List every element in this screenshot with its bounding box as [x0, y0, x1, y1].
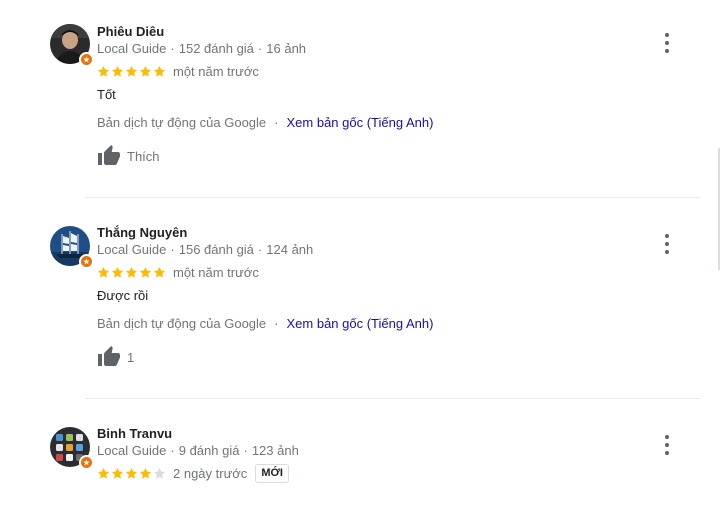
- local-guide-badge-icon: [79, 52, 94, 67]
- rating-row: một năm trước: [97, 63, 259, 79]
- photos-count: 123 ảnh: [251, 443, 299, 458]
- avatar[interactable]: [50, 226, 94, 269]
- reviews-count: 156 đánh giá: [178, 242, 254, 257]
- more-vert-icon: [665, 234, 669, 238]
- see-original-link[interactable]: Xem bản gốc (Tiếng Anh): [287, 115, 434, 130]
- thumbs-up-icon: [98, 145, 120, 165]
- local-guide-label: Local Guide: [97, 41, 167, 56]
- reviewer-meta: Local Guide · 156 đánh giá · 124 ảnh: [97, 242, 314, 257]
- review-card: Binh Tranvu Local Guide · 9 đánh giá · 123 ả…: [0, 425, 700, 515]
- translated-by-label: Bản dịch tự động của Google: [97, 316, 267, 331]
- reviews-count: 9 đánh giá: [178, 443, 240, 458]
- more-vert-icon-dot: [665, 41, 669, 45]
- like-count: 1: [127, 349, 135, 365]
- more-vert-icon: [665, 435, 669, 439]
- new-badge: MỚI: [255, 463, 289, 483]
- more-vert-icon-dot: [665, 242, 669, 246]
- star-empty-icon: [153, 467, 166, 479]
- star-filled-icon: [153, 65, 166, 77]
- rating-row: 2 ngày trước MỚI: [97, 463, 289, 483]
- more-options-button[interactable]: [660, 234, 674, 254]
- star-filled-icon: [125, 467, 138, 479]
- photos-count: 16 ảnh: [266, 41, 307, 56]
- translation-row: Bản dịch tự động của Google · Xem bản gốc …: [97, 316, 434, 331]
- star-filled-icon: [125, 65, 138, 77]
- star-rating: [97, 65, 166, 78]
- star-filled-icon: [111, 467, 124, 479]
- local-guide-label: Local Guide: [97, 443, 167, 458]
- translation-row: Bản dịch tự động của Google · Xem bản gốc …: [97, 115, 434, 130]
- star-rating: [97, 266, 166, 279]
- rating-row: một năm trước: [97, 264, 259, 280]
- more-options-button[interactable]: [660, 435, 674, 455]
- star-filled-icon: [97, 65, 110, 77]
- local-guide-badge-icon: [79, 254, 94, 269]
- more-vert-icon-dot: [665, 451, 669, 455]
- star-filled-icon: [111, 266, 124, 278]
- star-filled-icon: [125, 266, 138, 278]
- photos-count: 124 ảnh: [266, 242, 314, 257]
- star-filled-icon: [97, 266, 110, 278]
- more-options-button[interactable]: [660, 33, 674, 53]
- translated-by-label: Bản dịch tự động của Google: [97, 115, 267, 130]
- divider: [85, 197, 700, 198]
- like-button[interactable]: 1: [97, 345, 134, 369]
- avatar[interactable]: [50, 24, 94, 67]
- see-original-link[interactable]: Xem bản gốc (Tiếng Anh): [287, 316, 434, 331]
- local-guide-badge-icon: [79, 455, 94, 470]
- star-rating: [97, 467, 166, 480]
- review-card: Thắng Nguyên Local Guide · 156 đánh giá · 12…: [0, 224, 700, 384]
- star-filled-icon: [111, 65, 124, 77]
- more-vert-icon-dot: [665, 49, 669, 53]
- review-time: một năm trước: [173, 264, 259, 280]
- like-button[interactable]: Thích: [97, 144, 160, 168]
- local-guide-label: Local Guide: [97, 242, 167, 257]
- avatar[interactable]: [50, 427, 94, 470]
- reviewer-meta: Local Guide · 9 đánh giá · 123 ảnh: [97, 443, 299, 458]
- star-filled-icon: [139, 266, 152, 278]
- reviewer-name[interactable]: Binh Tranvu: [97, 426, 172, 441]
- star-filled-icon: [153, 266, 166, 278]
- thumbs-up-icon: [98, 346, 120, 366]
- star-filled-icon: [139, 65, 152, 77]
- review-text: Tốt: [97, 87, 116, 102]
- star-filled-icon: [97, 467, 110, 479]
- more-vert-icon: [665, 33, 669, 37]
- reviewer-meta: Local Guide · 152 đánh giá · 16 ảnh: [97, 41, 307, 56]
- review-time: một năm trước: [173, 63, 259, 79]
- reviews-count: 152 đánh giá: [178, 41, 254, 56]
- more-vert-icon-dot: [665, 250, 669, 254]
- like-label: Thích: [127, 148, 160, 164]
- review-text: Được rồi: [97, 288, 149, 303]
- divider: [85, 398, 700, 399]
- more-vert-icon-dot: [665, 443, 669, 447]
- reviewer-name[interactable]: Phiêu Diêu: [97, 24, 164, 39]
- reviewer-name[interactable]: Thắng Nguyên: [97, 225, 187, 240]
- review-time: 2 ngày trước: [173, 465, 248, 481]
- star-filled-icon: [139, 467, 152, 479]
- review-card: Phiêu Diêu Local Guide · 152 đánh giá · 16 ả…: [0, 23, 700, 183]
